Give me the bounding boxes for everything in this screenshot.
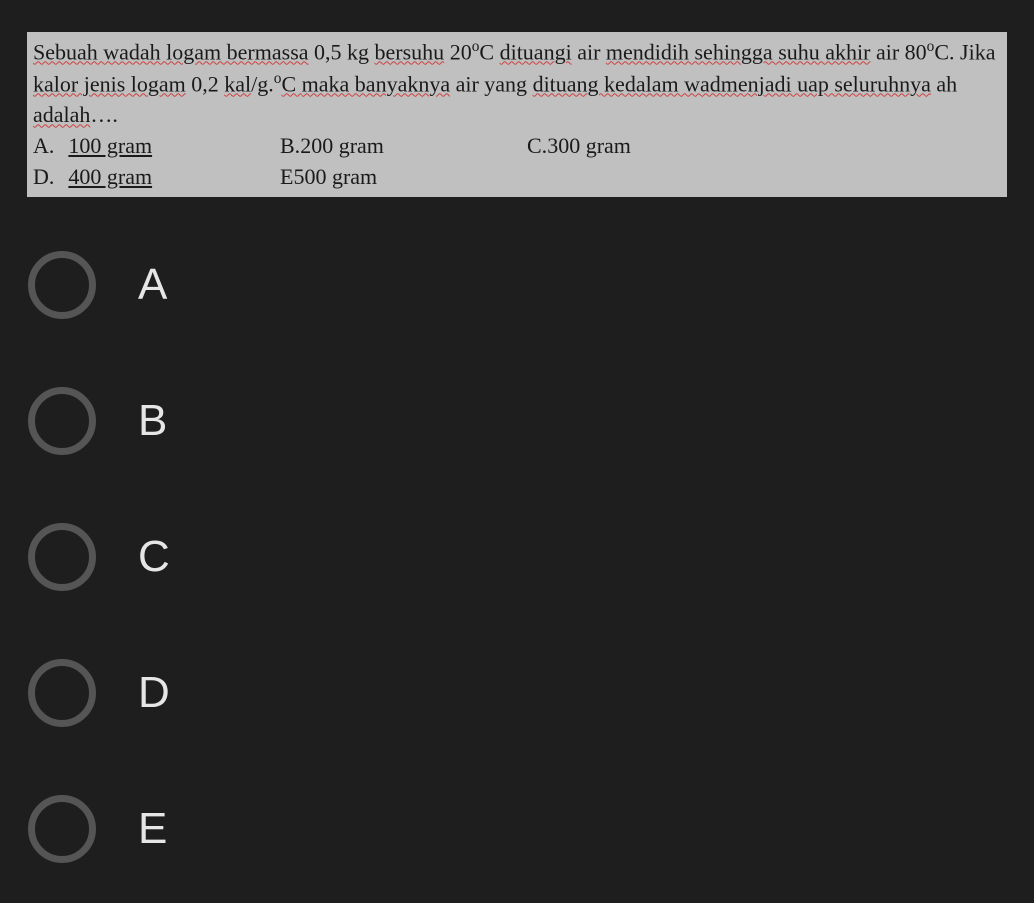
radio-circle-icon [28,523,96,591]
question-segment: …. [90,102,118,127]
question-segment: C. Jika [934,39,995,64]
question-segment: air 80 [870,39,926,64]
question-segment: kal [224,71,251,96]
question-segment: C [479,39,499,64]
question-segment: 20 [444,39,472,64]
question-segment: kalor jenis logam [33,71,186,96]
radio-circle-icon [28,795,96,863]
question-text-block: Sebuah wadah logam bermassa 0,5 kg bersu… [33,36,1001,131]
inline-option-e: E 500 gram [280,162,527,193]
inline-options-row-1: A. 100 gram B. 200 gram C. 300 gram [33,131,1001,162]
radio-option-d[interactable]: D [28,659,1034,727]
radio-options-group: A B C D E [0,197,1034,863]
option-value: 100 gram [68,131,152,162]
radio-circle-icon [28,387,96,455]
radio-circle-icon [28,659,96,727]
radio-option-c[interactable]: C [28,523,1034,591]
question-segment: Sebuah wadah logam bermassa [33,39,309,64]
question-segment: 0,5 kg [309,39,375,64]
radio-option-b[interactable]: B [28,387,1034,455]
radio-option-a[interactable]: A [28,251,1034,319]
option-letter: A. [33,131,54,162]
question-segment: ah [931,71,957,96]
option-value: 200 gram [300,131,384,162]
option-value: 500 gram [293,162,377,193]
radio-label: A [138,260,167,310]
question-segment: air [572,39,606,64]
inline-option-a: A. 100 gram [33,131,280,162]
option-value: 400 gram [68,162,152,193]
option-letter: C. [527,131,547,162]
radio-label: C [138,532,170,582]
question-segment: bersuhu [375,39,445,64]
radio-option-e[interactable]: E [28,795,1034,863]
inline-option-c: C. 300 gram [527,131,774,162]
question-segment: C [281,71,301,96]
radio-label: E [138,804,167,854]
question-segment: dituangi [500,39,572,64]
inline-option-b: B. 200 gram [280,131,527,162]
question-image: Sebuah wadah logam bermassa 0,5 kg bersu… [27,32,1007,197]
option-letter: E [280,162,293,193]
inline-options-row-2: D. 400 gram E 500 gram [33,162,1001,193]
question-segment: /g. [251,71,274,96]
option-letter: B. [280,131,300,162]
radio-label: D [138,668,170,718]
inline-option-d: D. 400 gram [33,162,280,193]
question-segment: adalah [33,102,90,127]
radio-label: B [138,396,167,446]
option-value: 300 gram [547,131,631,162]
question-segment: maka banyaknya [302,71,450,96]
question-segment: mendidih sehingga suhu akhir [606,39,871,64]
option-letter: D. [33,162,54,193]
question-segment: 0,2 [186,71,225,96]
question-segment: air yang [450,71,532,96]
question-segment: dituang kedalam wadmenjadi uap seluruhny… [533,71,931,96]
radio-circle-icon [28,251,96,319]
